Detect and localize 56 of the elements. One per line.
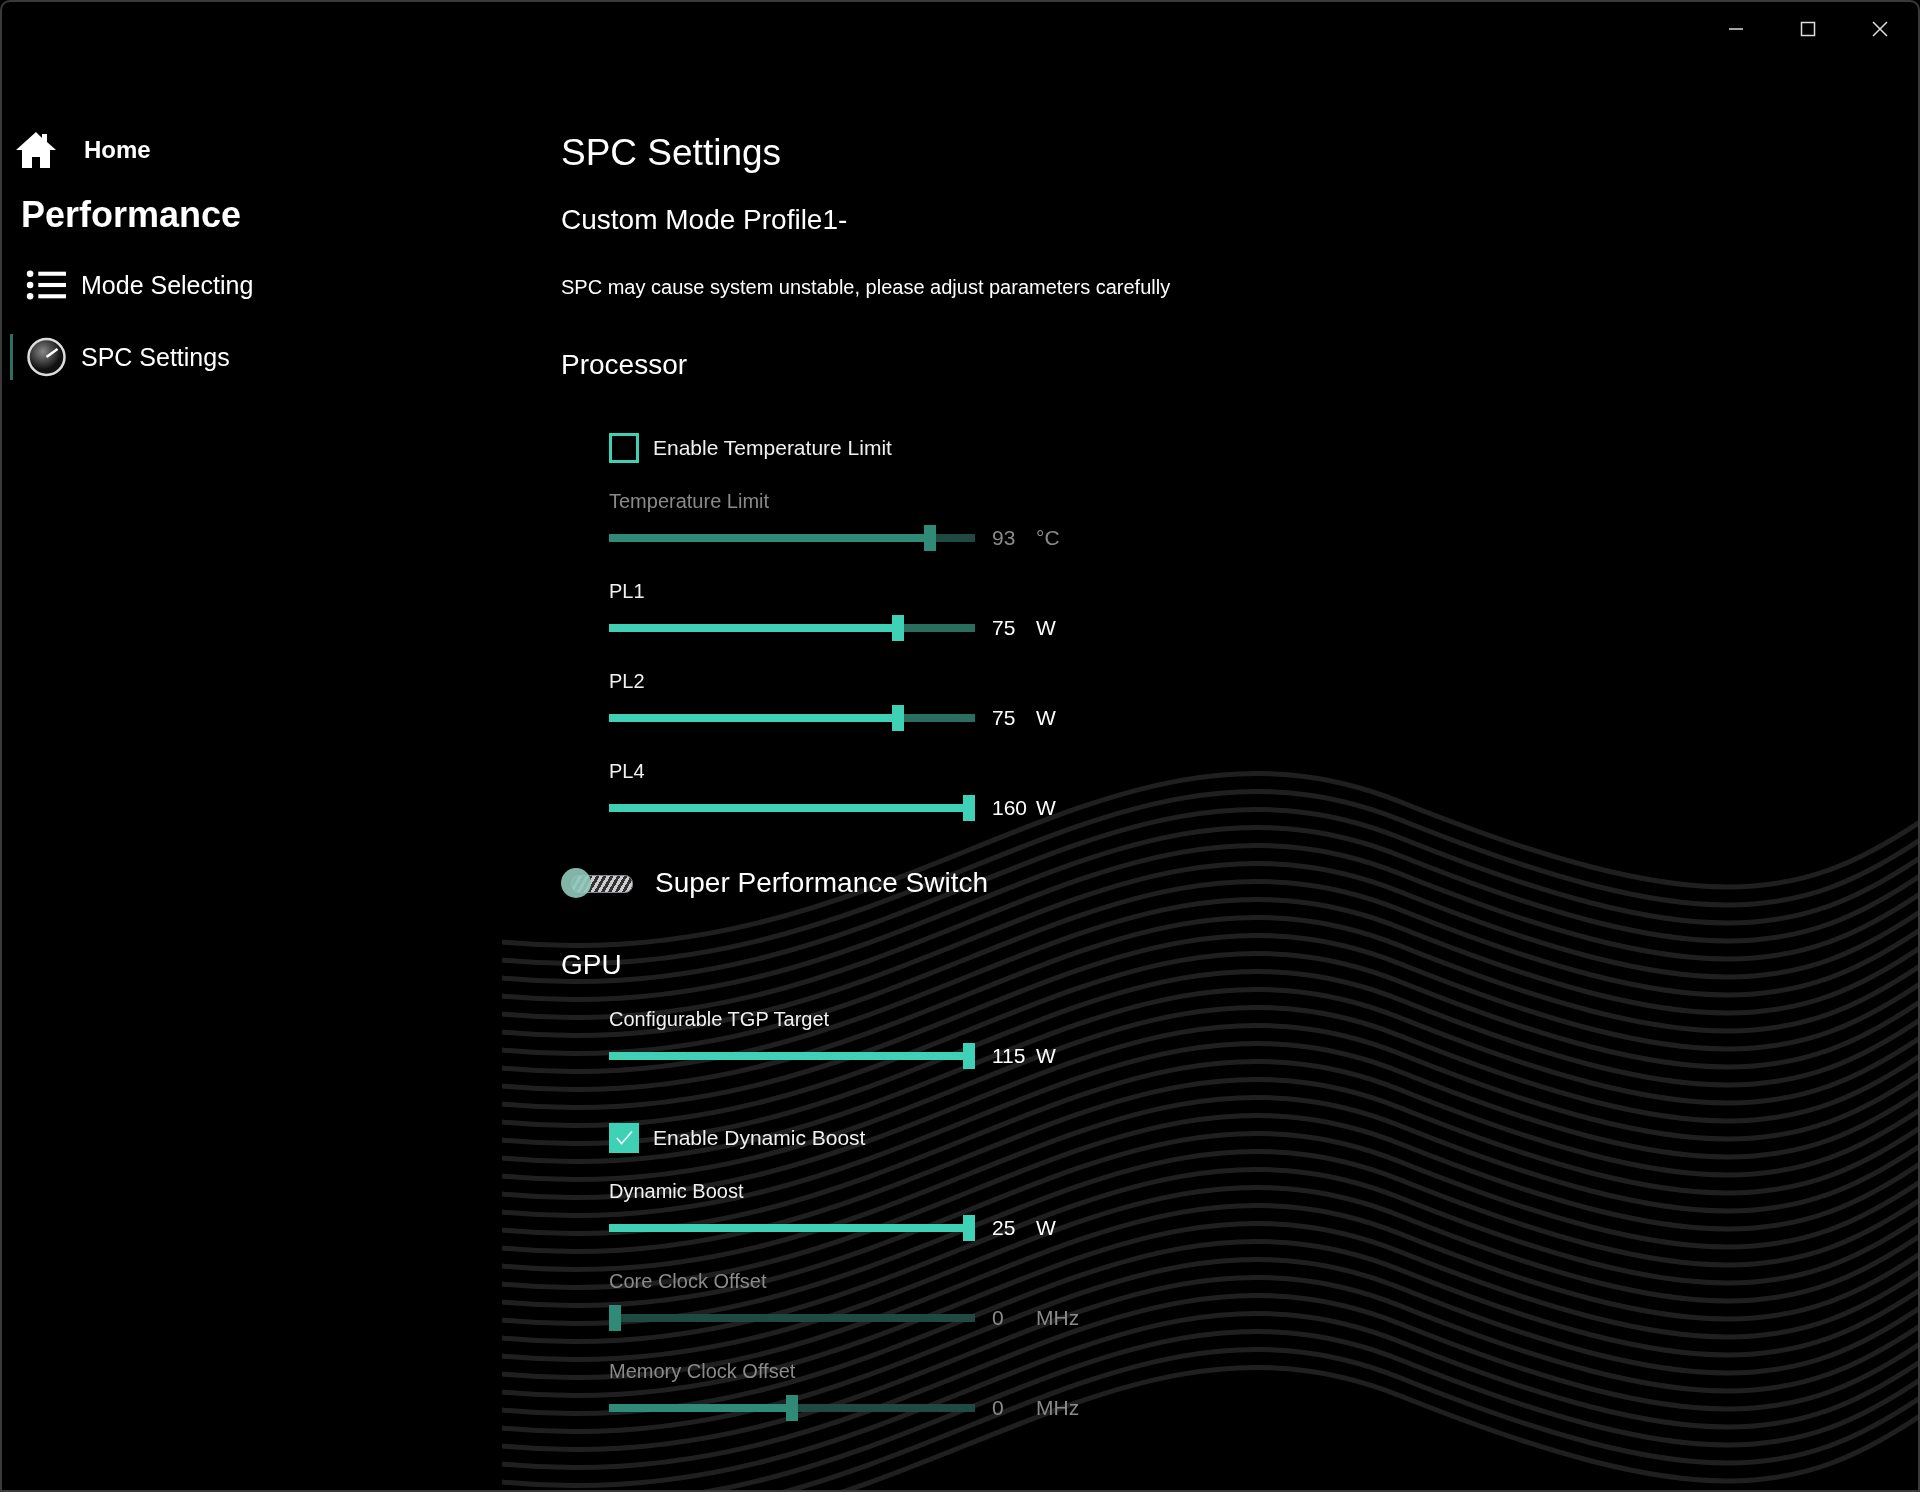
slider-track[interactable] — [609, 615, 975, 641]
slider-value: 93 — [992, 526, 1017, 550]
checkbox[interactable] — [609, 1123, 639, 1153]
section-heading: GPU — [561, 949, 623, 981]
slider-thumb[interactable] — [963, 1043, 975, 1069]
slider-value: 0 — [992, 1396, 1005, 1420]
slider-label: Memory Clock Offset — [609, 1360, 797, 1383]
checkbox[interactable] — [609, 433, 639, 463]
slider-label: Dynamic Boost — [609, 1180, 745, 1203]
toggle-switch[interactable] — [561, 870, 633, 896]
slider-label: Configurable TGP Target — [609, 1008, 831, 1031]
unit-label: MHz — [1036, 1396, 1080, 1420]
slider-value: 115 — [992, 1044, 1027, 1068]
maximize-icon[interactable] — [1798, 19, 1818, 39]
slider-track[interactable] — [609, 1043, 975, 1069]
slider-track[interactable] — [609, 525, 975, 551]
slider-track[interactable] — [609, 1305, 975, 1331]
slider-thumb[interactable] — [892, 615, 905, 641]
switch-label: Super Performance Switch — [655, 867, 989, 899]
gauge-icon — [26, 337, 67, 377]
section-title: Performance — [20, 194, 243, 236]
home-link[interactable]: Home — [84, 136, 151, 164]
slider-label: Core Clock Offset — [609, 1270, 768, 1293]
unit-label: °C — [1036, 526, 1060, 550]
unit-label: W — [1036, 1216, 1056, 1240]
slider-thumb[interactable] — [963, 795, 975, 821]
slider-value: 25 — [992, 1216, 1017, 1240]
slider-label: PL4 — [609, 760, 646, 783]
slider-value: 160 — [992, 796, 1029, 820]
slider-thumb[interactable] — [892, 705, 905, 731]
section-heading: Processor — [561, 349, 689, 381]
unit-label: W — [1036, 796, 1056, 820]
warning-text: SPC may cause system unstable, please adjust parameters carefully — [561, 276, 1171, 299]
nav-item[interactable]: Mode Selecting — [10, 262, 561, 308]
unit-label: W — [1036, 706, 1056, 730]
page-title: SPC Settings — [561, 132, 783, 174]
slider-track[interactable] — [609, 705, 975, 731]
slider-label: PL1 — [609, 580, 646, 603]
home-icon[interactable] — [14, 130, 58, 170]
close-icon[interactable] — [1870, 19, 1890, 39]
slider-label: PL2 — [609, 670, 646, 693]
slider-thumb[interactable] — [963, 1215, 975, 1241]
slider-track[interactable] — [609, 795, 975, 821]
unit-label: W — [1036, 1044, 1056, 1068]
checkbox-label[interactable]: Enable Temperature Limit — [653, 436, 892, 460]
unit-label: MHz — [1036, 1306, 1080, 1330]
slider-label: Temperature Limit — [609, 490, 771, 513]
slider-value: 75 — [992, 706, 1017, 730]
nav-item[interactable]: SPC Settings — [10, 334, 561, 380]
slider-value: 0 — [992, 1306, 1005, 1330]
checkbox-label[interactable]: Enable Dynamic Boost — [653, 1126, 866, 1150]
slider-track[interactable] — [609, 1215, 975, 1241]
profile-name: Custom Mode Profile1- — [561, 204, 849, 236]
slider-track[interactable] — [609, 1395, 975, 1421]
slider-value: 75 — [992, 616, 1017, 640]
unit-label: W — [1036, 616, 1056, 640]
